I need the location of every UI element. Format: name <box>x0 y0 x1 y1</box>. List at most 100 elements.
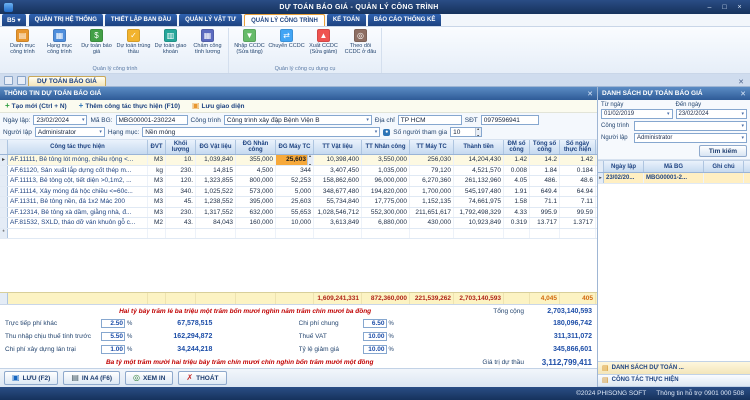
grid-cell[interactable] <box>314 229 362 239</box>
grid-cell[interactable]: 194,820,000 <box>362 187 410 197</box>
grid-cell[interactable]: 6,880,000 <box>362 218 410 228</box>
export-tools-button[interactable]: ▲Xuất CCDC (Sửa giảm) <box>305 28 342 56</box>
grid-cell[interactable]: M3 <box>148 176 166 186</box>
minimize-button[interactable]: – <box>703 2 716 12</box>
grid-cell[interactable]: AF.11113, Bê tông cột, tiết diện >0,1m2,… <box>8 176 148 186</box>
sidebar-tab-0[interactable]: ▤DANH SÁCH DỰ TOÁN ... <box>598 362 750 375</box>
grid-cell[interactable]: 230. <box>166 208 196 218</box>
grid-cell[interactable]: 10,000 <box>276 218 314 228</box>
close-document-icon[interactable]: ✕ <box>734 78 748 86</box>
ribbon-tab-5[interactable]: BÁO CÁO THỐNG KÊ <box>368 14 442 26</box>
grid-cell[interactable]: 1.3717 <box>560 218 596 228</box>
grid-cell[interactable]: 1,323,855 <box>196 176 236 186</box>
grid-cell[interactable]: 649.4 <box>530 187 560 197</box>
quote-col-header[interactable]: Ngày lập <box>604 161 644 172</box>
grid-cell[interactable]: 3,613,849 <box>314 218 362 228</box>
grid-cell[interactable]: 395,000 <box>236 197 276 207</box>
grid-cell[interactable] <box>530 229 560 239</box>
grid-cell[interactable]: 1,700,000 <box>410 187 454 197</box>
grid-cell[interactable]: 1,025,522 <box>196 187 236 197</box>
grid-cell[interactable]: M3 <box>148 197 166 207</box>
grid-cell[interactable]: 74,661,975 <box>454 197 504 207</box>
grid-col-header[interactable]: ĐG Nhân công <box>236 140 276 154</box>
grid-cell[interactable]: 7.11 <box>560 197 596 207</box>
pin-icon[interactable] <box>17 76 26 85</box>
grid-cell[interactable]: 261,132,960 <box>454 176 504 186</box>
grid-cell[interactable] <box>196 229 236 239</box>
grid-cell[interactable]: 1,792,498,329 <box>454 208 504 218</box>
grid-cell[interactable]: AF.11111, Bê tông lót móng, chiều rộng <… <box>8 155 148 165</box>
grid-col-header[interactable]: TT Vật liệu <box>314 140 362 154</box>
ribbon-tab-0[interactable]: QUẢN TRỊ HỆ THỐNG <box>29 14 103 26</box>
creator-input[interactable]: Administrator▾ <box>35 127 105 137</box>
table-row[interactable]: AF.12314, Bê tông xà dầm, giằng nhà, đ..… <box>0 208 597 219</box>
quote-estimate-button[interactable]: $Dự toán báo giá <box>78 28 115 56</box>
quote-col-header[interactable]: Ghi chú <box>704 161 744 172</box>
grid-cell[interactable]: 230. <box>166 166 196 176</box>
grid-cell[interactable]: 55,734,840 <box>314 197 362 207</box>
participants-stepper[interactable]: 10 <box>450 127 482 137</box>
grid-cell[interactable]: 48.6 <box>560 176 596 186</box>
date-input[interactable]: 23/02/2024▾ <box>33 115 87 125</box>
percent-input[interactable]: 10.00 <box>363 332 387 341</box>
quote-cell[interactable] <box>704 173 744 183</box>
ribbon-tab-2[interactable]: QUẢN LÝ VẬT TƯ <box>179 14 242 26</box>
grid-cell[interactable]: 4.05 <box>504 176 530 186</box>
grid-cell[interactable]: M3 <box>148 208 166 218</box>
grid-cell[interactable]: AF.81532, SXLD, tháo dỡ ván khuôn gỗ c..… <box>8 218 148 228</box>
creator-filter-input[interactable]: Administrator▾ <box>634 133 747 143</box>
quote-col-header[interactable]: Mã BG <box>644 161 704 172</box>
grid-cell[interactable]: 211,651,617 <box>410 208 454 218</box>
grid-cell[interactable]: 5,000 <box>276 187 314 197</box>
grid-cell[interactable]: 355,000 <box>236 155 276 165</box>
grid-cell[interactable]: 4,500 <box>236 166 276 176</box>
dock-icon[interactable] <box>4 76 13 85</box>
panel-close-icon[interactable]: ✕ <box>587 90 593 98</box>
grid-cell[interactable]: 99.59 <box>560 208 596 218</box>
grid-cell[interactable] <box>560 229 596 239</box>
grid-cell[interactable]: 1.42 <box>504 155 530 165</box>
from-date-input[interactable]: 01/02/2019▾ <box>601 109 673 119</box>
quote-row[interactable]: ▸23/02/20...MBG00001-2... <box>598 173 750 184</box>
project-list-button[interactable]: ▤Danh mục công trình <box>4 28 41 56</box>
grid-cell[interactable]: 1.42 <box>560 155 596 165</box>
percent-input[interactable]: 6.50 <box>363 319 387 328</box>
grid-col-header[interactable]: TT Nhân công <box>362 140 410 154</box>
grid-cell[interactable]: 3,550,000 <box>362 155 410 165</box>
grid-col-header[interactable]: Khối lượng <box>166 140 196 154</box>
timesheet-button[interactable]: ▦Chấm công tính lương <box>189 28 226 56</box>
grid-col-header[interactable]: Tổng số công <box>530 140 560 154</box>
grid-cell[interactable] <box>148 229 166 239</box>
track-tools-button[interactable]: ◎Theo dõi CCDC ở đâu <box>342 28 379 56</box>
contract-estimate-button[interactable]: ▥Dự toán giao khoán <box>152 28 189 56</box>
grid-cell[interactable]: 96,000,000 <box>362 176 410 186</box>
quote-grid-empty-area[interactable] <box>598 184 750 361</box>
grid-cell[interactable]: 71.1 <box>530 197 560 207</box>
quote-code-input[interactable]: MBG00001-230224 <box>116 115 188 125</box>
grid-col-header[interactable]: ĐG Vật liệu <box>196 140 236 154</box>
grid-col-header[interactable]: ĐVT <box>148 140 166 154</box>
toolbar-link-2[interactable]: ▣Lưu giao diện <box>192 102 245 110</box>
action-button-2[interactable]: ◎XEM IN <box>125 371 173 385</box>
grid-cell[interactable]: 17,775,000 <box>362 197 410 207</box>
to-date-input[interactable]: 23/02/2024▾ <box>676 109 748 119</box>
grid-cell[interactable]: 1,238,552 <box>196 197 236 207</box>
toolbar-link-1[interactable]: +Thêm công tác thực hiện (F10) <box>79 102 180 110</box>
percent-input[interactable]: 10.00 <box>363 345 387 354</box>
grid-cell[interactable] <box>8 229 148 239</box>
app-menu-button[interactable]: B5▾ <box>2 14 26 26</box>
grid-cell[interactable]: 800,000 <box>236 176 276 186</box>
action-button-3[interactable]: ✗THOÁT <box>178 371 226 385</box>
percent-input[interactable]: 5.50 <box>101 332 125 341</box>
document-tab[interactable]: DỰ TOÁN BÁO GIÁ <box>28 76 106 86</box>
grid-cell[interactable] <box>236 229 276 239</box>
grid-cell[interactable]: 84,043 <box>196 218 236 228</box>
grid-cell[interactable]: 64.94 <box>560 187 596 197</box>
grid-cell[interactable]: 0.319 <box>504 218 530 228</box>
table-row[interactable]: AF.81532, SXLD, tháo dỡ ván khuôn gỗ c..… <box>0 218 597 229</box>
table-new-row[interactable]: * <box>0 229 597 240</box>
grid-col-header[interactable]: TT Máy TC <box>410 140 454 154</box>
grid-cell[interactable]: 545,197,480 <box>454 187 504 197</box>
grid-cell[interactable]: AF.11311, Bê tông nền, đá 1x2 Mác 200 <box>8 197 148 207</box>
phone-input[interactable]: 0979596941 <box>481 115 539 125</box>
